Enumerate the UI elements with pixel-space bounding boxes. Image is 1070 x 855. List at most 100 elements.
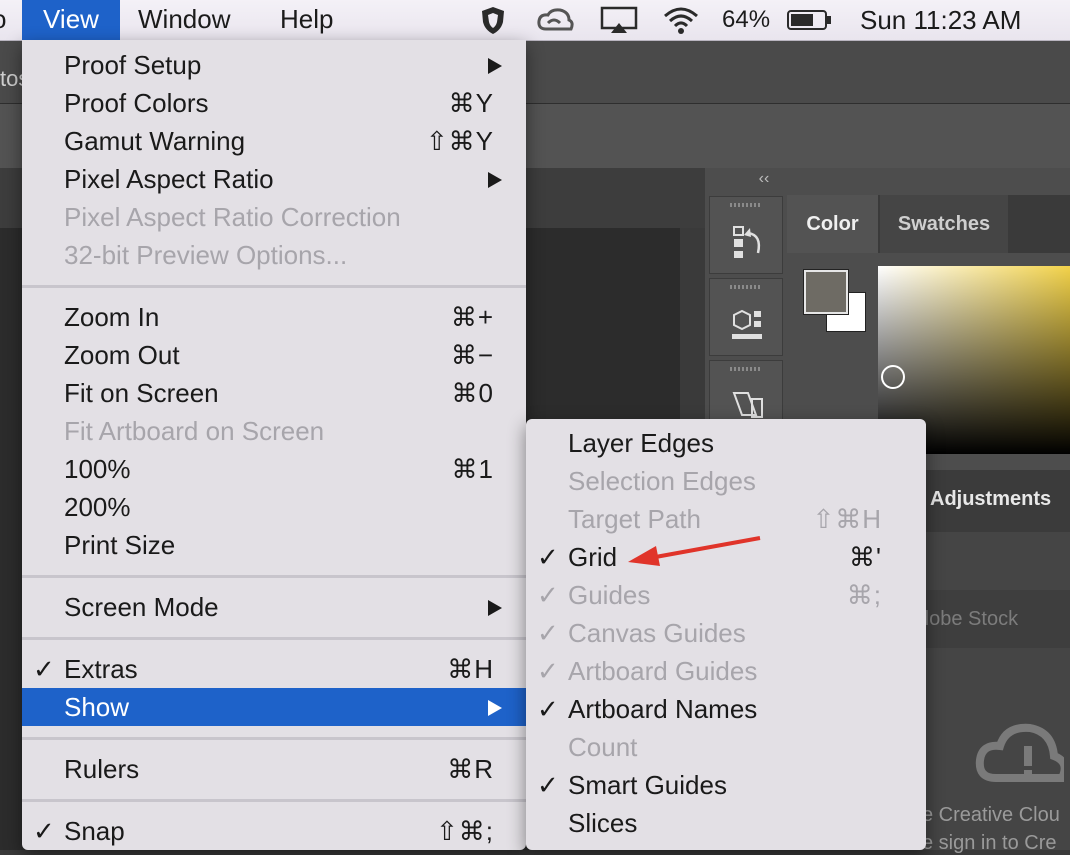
menu-item-label: Artboard Guides (568, 656, 758, 686)
creative-cloud-icon[interactable] (536, 0, 574, 40)
view-menu-item-200[interactable]: 200% (22, 488, 526, 526)
menu-separator (22, 637, 526, 640)
show-menu-item-count: Count (526, 728, 926, 766)
menu-bar-truncated-item[interactable]: o (0, 0, 6, 40)
menu-item-label: Guides (568, 580, 651, 610)
submenu-arrow-icon (488, 58, 502, 74)
view-menu-item-extras[interactable]: ✓ Extras ⌘H (22, 650, 526, 688)
view-menu-item-32-bit-preview-options: 32-bit Preview Options... (22, 236, 526, 274)
menu-item-shortcut: ⌘Y (448, 88, 494, 118)
view-menu-item-print-size[interactable]: Print Size (22, 526, 526, 564)
checkmark-icon: ✓ (537, 694, 559, 724)
menu-item-shortcut: ⌘R (447, 754, 494, 784)
checkmark-icon: ✓ (537, 542, 559, 572)
show-menu-item-layer-edges[interactable]: Layer Edges (526, 424, 926, 462)
collapse-panels-button[interactable]: ‹‹ (705, 170, 823, 194)
show-menu-item-smart-guides[interactable]: ✓ Smart Guides (526, 766, 926, 804)
adjustments-panel-body (920, 532, 1070, 850)
menu-item-label: Screen Mode (64, 592, 219, 622)
view-menu-item-rulers[interactable]: Rulers ⌘R (22, 750, 526, 788)
show-menu-item-selection-edges: Selection Edges (526, 462, 926, 500)
view-menu-item-zoom-in[interactable]: Zoom In ⌘+ (22, 298, 526, 336)
checkmark-icon: ✓ (537, 580, 559, 610)
checkmark-icon: ✓ (537, 618, 559, 648)
battery-percentage: 64% (722, 6, 771, 33)
menu-item-label: Selection Edges (568, 466, 756, 496)
menu-item-label: Count (568, 732, 638, 762)
menu-item-label: Pixel Aspect Ratio Correction (64, 202, 401, 232)
menu-item-shortcut: ⇧⌘Y (425, 126, 494, 156)
adobe-stock-placeholder: dobe Stock (918, 608, 1019, 630)
view-menu-item-gamut-warning[interactable]: Gamut Warning ⇧⌘Y (22, 122, 526, 160)
view-menu-item-proof-setup[interactable]: Proof Setup (22, 46, 526, 84)
menu-item-label: Slices (568, 808, 638, 838)
menu-item-shortcut: ⌘; (846, 580, 882, 610)
menu-help[interactable]: Help (280, 0, 333, 40)
foreground-color-swatch[interactable] (804, 270, 848, 314)
menu-separator (22, 799, 526, 802)
menu-item-label: Snap (64, 816, 125, 846)
menu-view[interactable]: View (22, 0, 120, 40)
view-menu-item-fit-on-screen[interactable]: Fit on Screen ⌘0 (22, 374, 526, 412)
menu-item-shortcut: ⌘H (447, 654, 494, 684)
menu-item-label: Zoom Out (64, 340, 180, 370)
3d-panel-button[interactable] (709, 278, 783, 356)
tab-swatches[interactable]: Swatches (880, 195, 1008, 253)
tab-color[interactable]: Color (787, 195, 878, 253)
view-menu-item-100[interactable]: 100% ⌘1 (22, 450, 526, 488)
show-menu-item-canvas-guides: ✓ Canvas Guides (526, 614, 926, 652)
menu-separator (22, 285, 526, 288)
show-submenu: Layer Edges Selection Edges Target Path ⇧⌘H… (526, 419, 926, 850)
menu-item-shortcut: ⌘' (849, 542, 882, 572)
view-menu-item-screen-mode[interactable]: Screen Mode (22, 588, 526, 626)
menu-item-label: Grid (568, 542, 618, 572)
menu-item-label: Show (64, 692, 130, 722)
menu-item-shortcut: ⇧⌘H (812, 504, 882, 534)
menu-separator (22, 737, 526, 740)
menu-item-label: Pixel Aspect Ratio (64, 164, 274, 194)
menu-item-label: Canvas Guides (568, 618, 746, 648)
color-picker-handle[interactable] (881, 365, 905, 389)
view-menu-item-zoom-out[interactable]: Zoom Out ⌘− (22, 336, 526, 374)
checkmark-icon: ✓ (33, 816, 55, 846)
menu-separator (22, 575, 526, 578)
battery-icon[interactable] (786, 0, 834, 40)
creative-cloud-warning-icon (975, 723, 1064, 782)
show-menu-item-slices[interactable]: Slices (526, 804, 926, 842)
paths-icon (732, 392, 763, 418)
menu-item-shortcut: ⇧⌘; (435, 816, 494, 846)
checkmark-icon: ✓ (537, 656, 559, 686)
menu-item-label: Rulers (64, 754, 140, 784)
airplay-icon[interactable] (600, 0, 638, 40)
menu-item-label: 100% (64, 454, 131, 484)
menu-bar: o View Window Help 64% Sun 11:23 AM (0, 0, 1070, 41)
menu-item-label: Layer Edges (568, 428, 714, 458)
menu-item-label: Smart Guides (568, 770, 727, 800)
menu-item-shortcut: ⌘0 (451, 378, 494, 408)
view-menu-item-proof-colors[interactable]: Proof Colors ⌘Y (22, 84, 526, 122)
creative-cloud-message-line1: e Creative Clou (922, 804, 1060, 826)
show-menu-item-artboard-guides: ✓ Artboard Guides (526, 652, 926, 690)
checkmark-icon: ✓ (33, 654, 55, 684)
checkmark-icon: ✓ (537, 770, 559, 800)
menu-item-label: Proof Colors (64, 88, 209, 118)
view-menu-item-show[interactable]: Show (22, 688, 526, 726)
menu-item-shortcut: ⌘1 (451, 454, 494, 484)
creative-cloud-message-line2: e sign in to Cre (922, 832, 1057, 854)
submenu-arrow-icon (488, 700, 502, 716)
shield-icon[interactable] (480, 0, 506, 40)
view-menu-item-pixel-aspect-ratio[interactable]: Pixel Aspect Ratio (22, 160, 526, 198)
menu-bar-clock[interactable]: Sun 11:23 AM (860, 0, 1021, 40)
tab-adjustments[interactable]: Adjustments (930, 488, 1051, 511)
history-panel-button[interactable] (709, 196, 783, 274)
menu-item-label: Proof Setup (64, 50, 202, 80)
show-menu-item-guides: ✓ Guides ⌘; (526, 576, 926, 614)
show-menu-item-artboard-names[interactable]: ✓ Artboard Names (526, 690, 926, 728)
submenu-arrow-icon (488, 600, 502, 616)
view-menu-item-fit-artboard-on-screen: Fit Artboard on Screen (22, 412, 526, 450)
view-menu-item-snap[interactable]: ✓ Snap ⇧⌘; (22, 812, 526, 850)
annotation-arrow (628, 536, 761, 566)
menu-item-shortcut: ⌘− (450, 340, 494, 370)
wifi-icon[interactable] (662, 0, 700, 40)
menu-window[interactable]: Window (138, 0, 230, 40)
